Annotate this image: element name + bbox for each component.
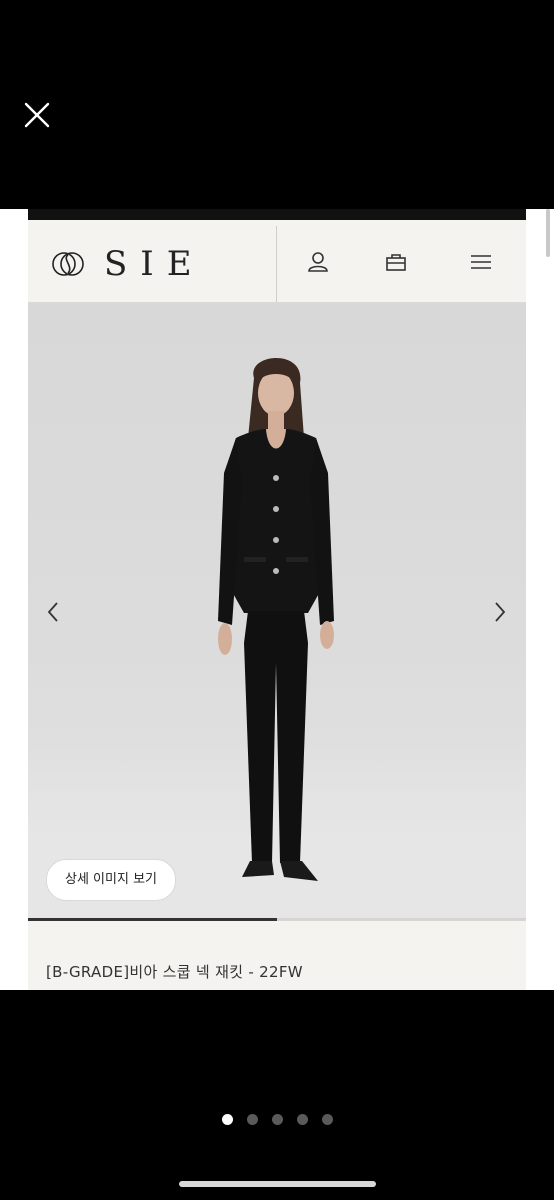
shopping-bag-icon <box>386 254 406 271</box>
page-dot[interactable] <box>322 1114 333 1125</box>
model-silhouette <box>218 358 334 881</box>
account-button[interactable] <box>305 249 331 275</box>
site-header: SIE <box>28 220 526 303</box>
logo-text: SIE <box>104 244 205 284</box>
chevron-right-icon <box>495 602 506 622</box>
page-dot[interactable] <box>222 1114 233 1125</box>
view-detail-images-button[interactable]: 상세 이미지 보기 <box>46 859 176 901</box>
site-logo[interactable]: SIE <box>50 244 205 284</box>
page-top-bar <box>28 209 526 220</box>
cart-button[interactable] <box>383 249 409 275</box>
menu-button[interactable] <box>468 249 494 275</box>
menu-icon <box>471 255 491 269</box>
next-image-button[interactable] <box>489 597 511 627</box>
close-button[interactable] <box>20 98 54 132</box>
sie-monogram-icon <box>52 252 84 276</box>
product-image[interactable]: 상세 이미지 보기 <box>28 303 526 918</box>
header-divider <box>276 226 277 302</box>
chevron-left-icon <box>47 602 58 622</box>
product-title: [B-GRADE]비아 스쿱 넥 재킷 - 22FW <box>46 963 303 981</box>
image-progress-fill <box>28 918 277 921</box>
home-indicator[interactable] <box>179 1181 376 1187</box>
prev-image-button[interactable] <box>42 597 64 627</box>
model-figure <box>196 343 356 888</box>
user-icon <box>308 252 328 272</box>
page-dot[interactable] <box>247 1114 258 1125</box>
page-indicator <box>222 1114 333 1125</box>
page-dot[interactable] <box>272 1114 283 1125</box>
scrollbar[interactable] <box>546 209 550 257</box>
web-page: SIE 상세 이미지 보기 [B-GRADE]비아 스쿱 넥 재킷 - 22FW <box>28 209 526 990</box>
page-dot[interactable] <box>297 1114 308 1125</box>
close-icon <box>24 102 50 128</box>
screenshot-viewer: SIE 상세 이미지 보기 [B-GRADE]비아 스쿱 넥 재킷 - 22FW <box>0 209 554 990</box>
image-progress-bar <box>28 918 526 921</box>
